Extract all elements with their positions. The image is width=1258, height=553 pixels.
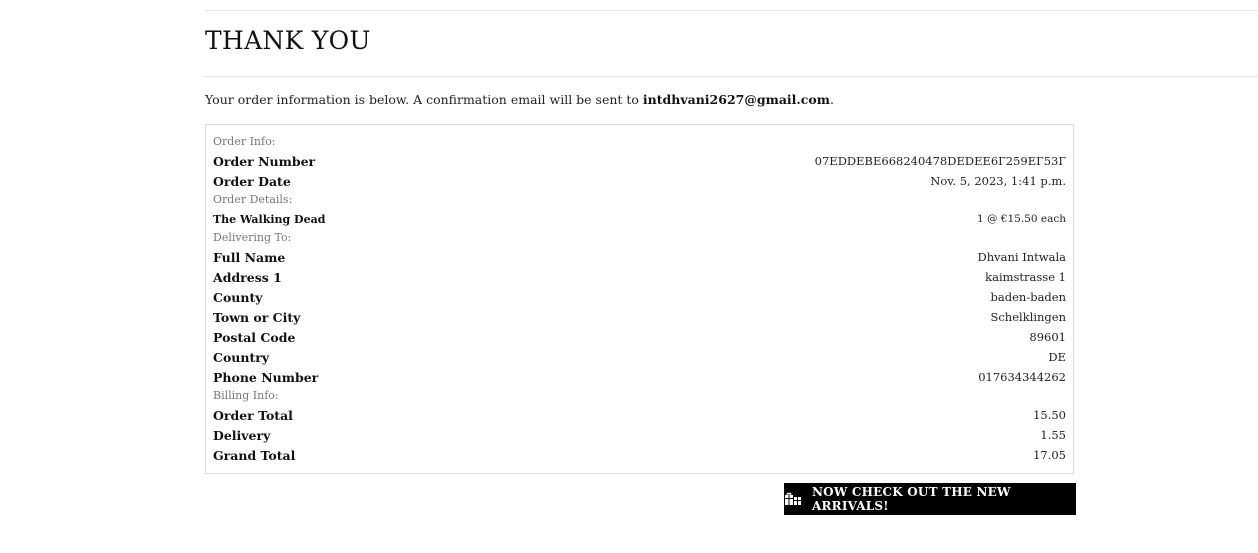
order-number-value: 07EDDEBE668240478DEDEE6Г259EГ53Г <box>814 154 1066 168</box>
gift-icon <box>784 492 802 506</box>
order-date-label: Order Date <box>213 173 291 189</box>
new-arrivals-button[interactable]: NOW CHECK OUT THE NEW ARRIVALS! <box>784 483 1076 515</box>
postal-code-label: Postal Code <box>213 329 296 345</box>
delivery-row: Delivery 1.55 <box>213 425 1066 445</box>
order-total-row: Order Total 15.50 <box>213 405 1066 425</box>
address-label: Address 1 <box>213 269 282 285</box>
confirmation-message: Your order information is below. A confi… <box>205 91 834 109</box>
delivering-to-label: Delivering To: <box>213 231 292 244</box>
grand-total-row: Grand Total 17.05 <box>213 445 1066 465</box>
country-value: DE <box>1048 350 1066 364</box>
order-number-label: Order Number <box>213 153 316 169</box>
address-value: kaimstrasse 1 <box>985 270 1066 284</box>
order-info-label: Order Info: <box>213 135 276 148</box>
order-date-value: Nov. 5, 2023, 1:41 p.m. <box>930 174 1066 188</box>
order-item-qty-price: 1 @ €15.50 each <box>976 213 1066 225</box>
postal-code-value: 89601 <box>1029 330 1066 344</box>
top-divider <box>205 10 1258 11</box>
postal-code-row: Postal Code 89601 <box>213 327 1066 347</box>
phone-label: Phone Number <box>213 369 319 385</box>
town-label: Town or City <box>213 309 301 325</box>
county-label: County <box>213 289 263 305</box>
page-title: THANK YOU <box>205 26 371 55</box>
delivery-label: Delivery <box>213 427 271 443</box>
county-value: baden-baden <box>990 290 1066 304</box>
town-value: Schelklingen <box>990 310 1066 324</box>
confirmation-email: intdhvani2627@gmail.com <box>642 92 830 107</box>
order-total-value: 15.50 <box>1033 408 1066 422</box>
address-row: Address 1 kaimstrasse 1 <box>213 267 1066 287</box>
order-item-name: The Walking Dead <box>213 212 326 226</box>
full-name-row: Full Name Dhvani Intwala <box>213 247 1066 267</box>
confirmation-end: . <box>829 92 834 107</box>
title-divider <box>205 76 1258 77</box>
town-row: Town or City Schelklingen <box>213 307 1066 327</box>
order-total-label: Order Total <box>213 407 293 423</box>
order-summary-panel: Order Info: Order Number 07EDDEBE6682404… <box>205 124 1074 474</box>
phone-row: Phone Number 017634344262 <box>213 367 1066 387</box>
new-arrivals-label: NOW CHECK OUT THE NEW ARRIVALS! <box>812 485 1011 513</box>
full-name-label: Full Name <box>213 249 286 265</box>
order-date-row: Order Date Nov. 5, 2023, 1:41 p.m. <box>213 171 1066 191</box>
delivery-value: 1.55 <box>1040 428 1066 442</box>
country-label: Country <box>213 349 270 365</box>
grand-total-label: Grand Total <box>213 447 296 463</box>
confirmation-text: Your order information is below. A confi… <box>205 92 643 107</box>
order-details-label: Order Details: <box>213 193 293 206</box>
phone-value: 017634344262 <box>978 370 1066 384</box>
order-number-row: Order Number 07EDDEBE668240478DEDEE6Г259… <box>213 151 1066 171</box>
billing-info-label: Billing Info: <box>213 389 279 402</box>
grand-total-value: 17.05 <box>1033 448 1066 462</box>
county-row: County baden-baden <box>213 287 1066 307</box>
full-name-value: Dhvani Intwala <box>977 250 1066 264</box>
country-row: Country DE <box>213 347 1066 367</box>
order-item-row: The Walking Dead 1 @ €15.50 each <box>213 209 1066 229</box>
